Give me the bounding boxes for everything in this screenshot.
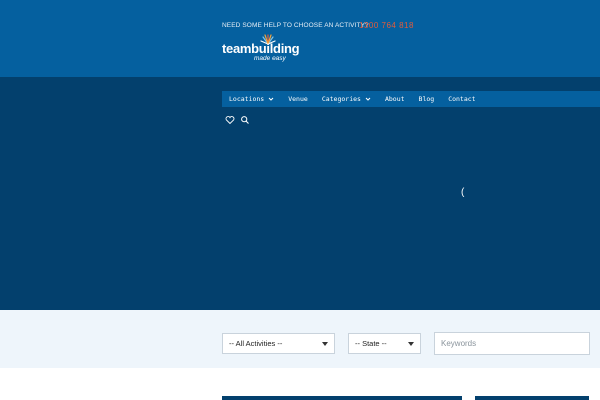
caret-down-icon — [408, 342, 414, 346]
nav-item-locations[interactable]: Locations — [222, 91, 281, 107]
logo-wordmark: teambuilding — [222, 41, 300, 56]
keywords-input[interactable] — [434, 332, 590, 355]
activities-select[interactable]: -- All Activities -- — [222, 333, 335, 354]
sidebar-card-top-edge — [475, 396, 589, 400]
phone-number-link[interactable]: 1300 764 818 — [359, 21, 414, 30]
nav-item-contact[interactable]: Contact — [441, 91, 482, 107]
nav-item-about[interactable]: About — [378, 91, 412, 107]
heart-icon[interactable] — [225, 112, 235, 125]
loading-spinner: ( — [461, 187, 465, 198]
nav-item-categories[interactable]: Categories — [315, 91, 378, 107]
nav-item-venue[interactable]: Venue — [281, 91, 315, 107]
logo-tagline: made easy — [254, 55, 286, 62]
nav-item-label: Contact — [448, 95, 476, 103]
main-nav: Locations Venue Categories About Blog Co… — [222, 91, 600, 107]
site-logo[interactable]: teambuilding made easy — [222, 33, 312, 63]
hero-banner — [0, 77, 600, 310]
caret-down-icon — [322, 342, 328, 346]
nav-item-blog[interactable]: Blog — [412, 91, 442, 107]
help-text: NEED SOME HELP TO CHOOSE AN ACTIVITY? — [222, 22, 369, 29]
site-header: NEED SOME HELP TO CHOOSE AN ACTIVITY? 13… — [0, 0, 600, 77]
state-select[interactable]: -- State -- — [348, 333, 421, 354]
state-select-value: -- State -- — [355, 339, 387, 348]
content-card-top-edge — [222, 396, 462, 400]
nav-item-label: About — [384, 95, 405, 103]
nav-item-label: Blog — [418, 95, 435, 103]
chevron-down-icon — [365, 97, 371, 101]
activities-select-value: -- All Activities -- — [229, 339, 283, 348]
nav-item-label: Categories — [321, 95, 361, 103]
nav-utility-icons — [225, 112, 250, 125]
chevron-down-icon — [268, 97, 274, 101]
nav-item-label: Locations — [229, 95, 265, 103]
nav-item-label: Venue — [288, 95, 308, 103]
search-icon[interactable] — [240, 112, 250, 124]
